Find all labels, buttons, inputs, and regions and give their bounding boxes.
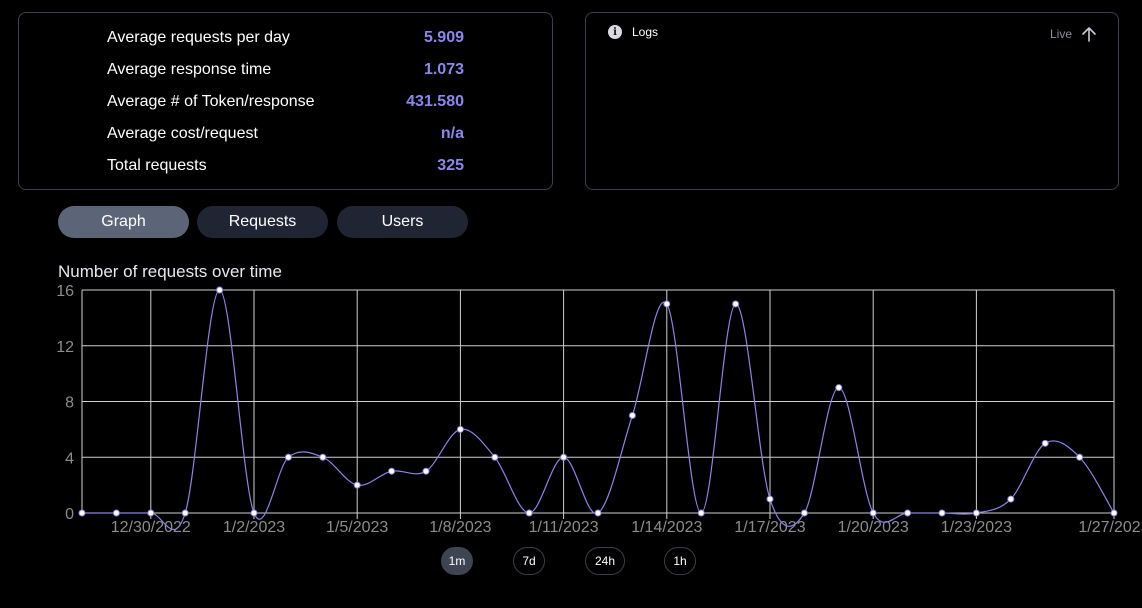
stats-panel: Average requests per day 5.909 Average r… (18, 12, 553, 190)
info-icon: i (608, 25, 622, 39)
data-point (560, 453, 568, 461)
chart-title: Number of requests over time (58, 262, 282, 281)
data-point (319, 453, 327, 461)
x-tick-label: 1/17/2023 (734, 519, 805, 536)
data-point (1076, 453, 1084, 461)
data-point (869, 509, 877, 517)
data-point (388, 467, 396, 475)
y-tick-label: 12 (56, 339, 74, 356)
stat-label: Average cost/request (107, 125, 258, 142)
stat-label: Average response time (107, 61, 272, 78)
data-point (732, 300, 740, 308)
range-7d-button[interactable]: 7d (513, 547, 545, 575)
y-tick-label: 4 (65, 450, 74, 467)
live-toggle[interactable]: Live (1050, 25, 1098, 43)
x-tick-label: 12/30/2022 (111, 519, 191, 536)
stat-value: 1.073 (423, 61, 464, 78)
x-tick-label: 1/2/2023 (223, 519, 285, 536)
live-label: Live (1049, 27, 1072, 41)
tab-users[interactable]: Users (337, 206, 468, 238)
data-point (800, 509, 808, 517)
requests-chart: 0 4 8 12 16 12/30/2022 1/2/2023 1/5/2023 1/8/202… (56, 283, 1142, 536)
data-point (1041, 439, 1049, 447)
arrow-up-icon[interactable] (1080, 25, 1098, 43)
y-tick-label: 0 (65, 506, 74, 523)
data-point (147, 509, 155, 517)
range-1h-button[interactable]: 1h (664, 547, 696, 575)
data-point (112, 509, 120, 517)
data-point (904, 509, 912, 517)
data-point (181, 509, 189, 517)
data-point (525, 509, 533, 517)
stat-value: 5.909 (423, 29, 464, 46)
data-point (491, 453, 499, 461)
stat-row: Total requests 325 (107, 150, 464, 182)
data-point (835, 384, 843, 392)
data-point (216, 286, 224, 294)
data-point (628, 411, 636, 419)
x-tick-label: 1/20/2023 (838, 519, 909, 536)
stat-label: Average # of Token/response (107, 93, 315, 110)
data-point (250, 509, 258, 517)
data-point (1007, 495, 1015, 503)
data-point (284, 453, 292, 461)
stat-label: Total requests (107, 157, 207, 174)
data-point (456, 425, 464, 433)
data-point (663, 300, 671, 308)
x-tick-label: 1/27/2023 (1078, 519, 1142, 536)
stat-value: 431.580 (406, 93, 464, 110)
stat-value: n/a (440, 125, 464, 142)
data-point (594, 509, 602, 517)
stat-value: 325 (437, 157, 464, 174)
x-tick-label: 1/14/2023 (631, 519, 702, 536)
x-tick-label: 1/11/2023 (529, 519, 599, 536)
data-point (697, 509, 705, 517)
data-point (972, 509, 980, 517)
tab-requests[interactable]: Requests (197, 206, 328, 238)
stat-row: Average cost/request n/a (107, 118, 464, 150)
tab-graph[interactable]: Graph (58, 206, 189, 238)
stat-label: Average requests per day (107, 29, 290, 46)
y-tick-label: 8 (65, 395, 74, 412)
data-point (938, 509, 946, 517)
x-tick-label: 1/8/2023 (429, 519, 491, 536)
stat-row: Average response time 1.073 (107, 54, 464, 86)
logs-header: i Logs (608, 25, 658, 39)
range-1m-button[interactable]: 1m (441, 547, 473, 575)
data-point (353, 481, 361, 489)
logs-panel: i Logs Live (585, 12, 1119, 190)
data-point (766, 495, 774, 503)
data-point (1110, 509, 1118, 517)
x-tick-label: 1/23/2023 (941, 519, 1012, 536)
data-point (422, 467, 430, 475)
x-tick-label: 1/5/2023 (326, 519, 388, 536)
series-line (82, 289, 1115, 530)
y-tick-label: 16 (56, 283, 74, 300)
data-point (78, 509, 86, 517)
stat-row: Average # of Token/response 431.580 (107, 86, 464, 118)
logs-title: Logs (632, 25, 659, 39)
stat-row: Average requests per day 5.909 (107, 22, 464, 54)
range-24h-button[interactable]: 24h (585, 547, 625, 575)
